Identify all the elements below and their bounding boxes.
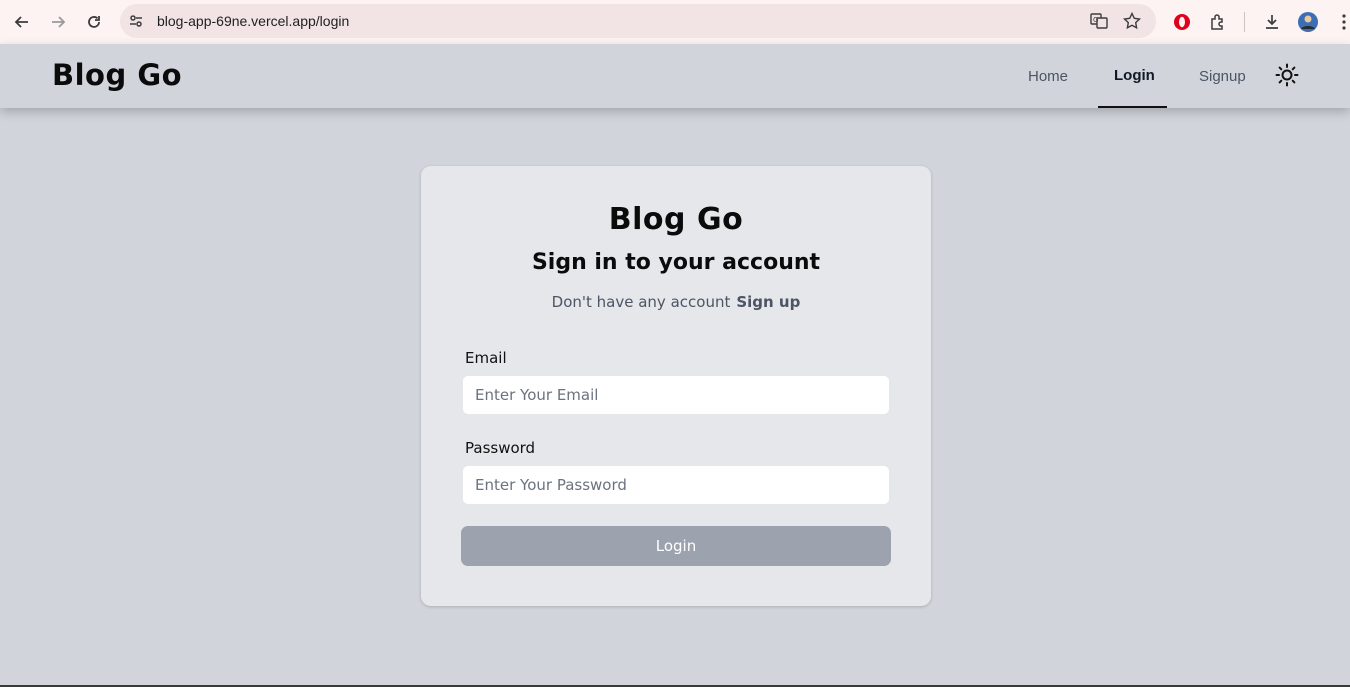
bookmark-star-icon[interactable] [1122,11,1142,35]
nav-home-link[interactable]: Home [1028,68,1068,85]
opera-extension-icon[interactable] [1170,10,1194,34]
browser-toolbar: blog-app-69ne.vercel.app/login G [0,0,1350,44]
login-button[interactable]: Login [461,526,891,566]
signup-prompt: Don't have any account Sign up [421,293,931,311]
site-header: Blog Go Home Login Signup [0,44,1350,108]
theme-toggle-button[interactable] [1274,63,1300,92]
nav-signup-link[interactable]: Signup [1199,68,1246,85]
nav-login-link[interactable]: Login [1114,67,1155,84]
login-card: Blog Go Sign in to your account Don't ha… [421,166,931,606]
sun-icon [1275,63,1299,92]
profile-avatar[interactable] [1296,10,1320,34]
svg-text:G: G [1093,16,1098,24]
password-field[interactable] [462,465,890,505]
browser-menu-icon[interactable] [1332,10,1350,34]
email-field[interactable] [462,375,890,415]
active-nav-indicator [1098,106,1167,108]
back-icon[interactable] [10,10,34,34]
card-logo: Blog Go [608,202,744,237]
password-label: Password [465,439,536,457]
translate-icon[interactable]: G [1090,12,1108,35]
signup-link[interactable]: Sign up [736,293,800,311]
extensions-icon[interactable] [1206,10,1230,34]
forward-icon[interactable] [46,10,70,34]
page-title: Sign in to your account [531,250,821,275]
header-logo[interactable]: Blog Go [52,58,182,92]
signup-prompt-text: Don't have any account [551,293,731,311]
reload-icon[interactable] [82,10,106,34]
email-label: Email [465,349,507,367]
address-bar[interactable]: blog-app-69ne.vercel.app/login G [120,4,1156,38]
url-text: blog-app-69ne.vercel.app/login [157,13,350,29]
site-info-icon[interactable] [128,13,144,34]
toolbar-divider [1244,12,1245,32]
downloads-icon[interactable] [1260,10,1284,34]
